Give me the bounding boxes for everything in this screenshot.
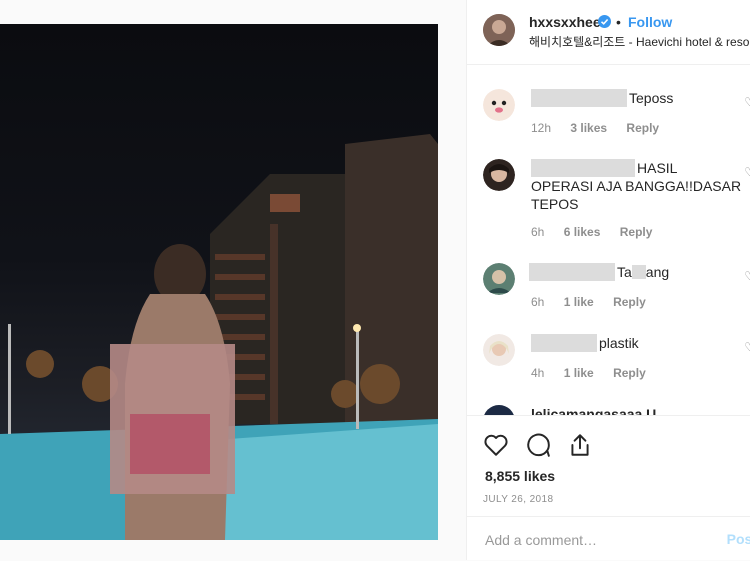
redacted-username (531, 334, 597, 352)
reply-button[interactable]: Reply (620, 225, 653, 239)
redacted-username (531, 89, 627, 107)
comment-time[interactable]: 12h (531, 121, 551, 135)
like-heart-icon[interactable] (483, 432, 509, 458)
commenter-avatar[interactable] (483, 405, 515, 415)
comment-bubble-icon[interactable] (525, 432, 551, 458)
comment-body-b: ang (645, 264, 670, 280)
comment-meta: 6h 6 likes Reply (531, 225, 668, 239)
comment-body-line1: HASIL (637, 160, 678, 176)
comment-meta: 4h 1 like Reply (531, 366, 662, 380)
post-photo[interactable] (0, 24, 438, 540)
post-header: hxxsxxhee • Follow 해비치호텔&리조트 - Haevichi … (467, 0, 750, 65)
avatar[interactable] (483, 14, 515, 46)
share-upload-icon[interactable] (567, 432, 593, 458)
comment-like-icon[interactable]: ♡ (744, 95, 750, 109)
comment-body: plastik (599, 335, 639, 351)
comment-text: lelicamangasaaa U (531, 406, 657, 415)
photo-area (0, 0, 466, 560)
comment-meta: 12h 3 likes Reply (531, 121, 675, 135)
comment-like-icon[interactable]: ♡ (744, 165, 750, 179)
commenter-avatar[interactable] (483, 263, 515, 295)
post-location[interactable]: 해비치호텔&리조트 - Haevichi hotel & resort (529, 33, 750, 50)
photo-scene (0, 134, 438, 540)
follow-button[interactable]: Follow (628, 14, 672, 30)
likes-count[interactable]: 8,855 likes (485, 468, 555, 484)
post-panel: hxxsxxhee • Follow 해비치호텔&리조트 - Haevichi … (466, 0, 750, 560)
redacted-word (631, 265, 646, 279)
commenter-avatar[interactable] (483, 89, 515, 121)
comment-body-line3: TEPOS (531, 196, 579, 212)
comment-text: Ta ang (529, 263, 669, 281)
comment-body: Teposs (629, 90, 674, 106)
comment-text: Teposs (531, 89, 673, 107)
comments-list[interactable]: Teposs 12h 3 likes Reply ♡ HASIL OPERASI… (467, 65, 750, 415)
post-date: JULY 26, 2018 (483, 494, 554, 505)
verified-badge-icon (598, 15, 611, 33)
redacted-username (529, 263, 615, 281)
reply-button[interactable]: Reply (613, 366, 646, 380)
comment-likes[interactable]: 3 likes (570, 121, 607, 135)
comment-likes[interactable]: 1 like (564, 295, 594, 309)
header-separator: • (616, 14, 621, 30)
post-actions: 8,855 likes JULY 26, 2018 (467, 415, 750, 516)
comment-meta: 6h 1 like Reply (531, 295, 662, 309)
post-comment-button[interactable]: Post (727, 531, 750, 547)
comment-time[interactable]: 6h (531, 295, 544, 309)
comment-time[interactable]: 6h (531, 225, 544, 239)
comment-body-a: Ta (617, 264, 632, 280)
comment-text: HASIL OPERASI AJA BANGGA!!DASAR TEPOS (531, 159, 741, 213)
comment-like-icon[interactable]: ♡ (744, 269, 750, 283)
redacted-username (531, 159, 635, 177)
post-username[interactable]: hxxsxxhee (529, 14, 601, 30)
reply-button[interactable]: Reply (626, 121, 659, 135)
comment-time[interactable]: 4h (531, 366, 544, 380)
commenter-avatar[interactable] (483, 159, 515, 191)
comment-body-line2: OPERASI AJA BANGGA!!DASAR (531, 178, 742, 194)
reply-button[interactable]: Reply (613, 295, 646, 309)
add-comment-bar: Post (467, 516, 750, 561)
comment-likes[interactable]: 6 likes (564, 225, 601, 239)
commenter-avatar[interactable] (483, 334, 515, 366)
comment-likes[interactable]: 1 like (564, 366, 594, 380)
comment-text: plastik (531, 334, 639, 352)
comment-like-icon[interactable]: ♡ (744, 340, 750, 354)
add-comment-input[interactable] (483, 527, 717, 553)
